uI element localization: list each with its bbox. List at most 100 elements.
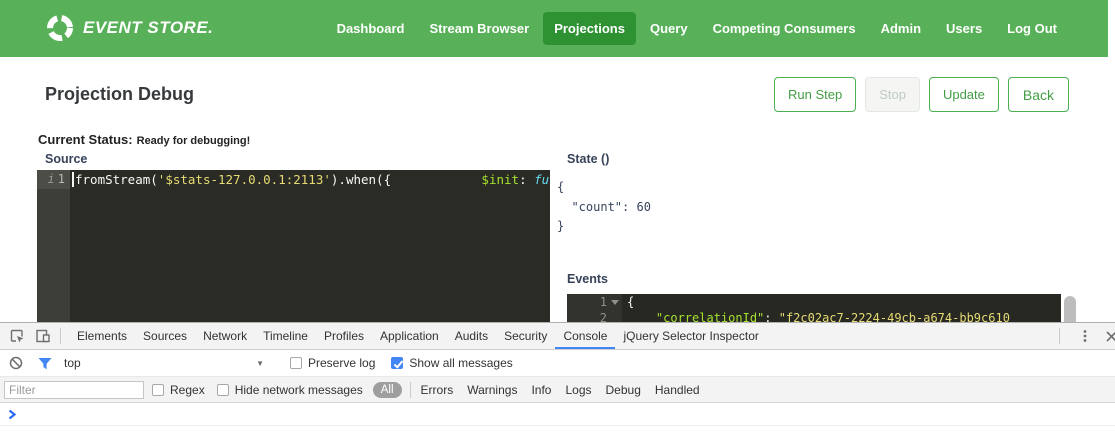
events-line-number: 1	[567, 294, 607, 310]
nav-item-log-out[interactable]: Log Out	[996, 12, 1068, 45]
checkbox-unchecked-icon	[290, 357, 302, 369]
action-buttons: Run Step Stop Update Back	[774, 77, 1069, 112]
code-fold-icon[interactable]	[611, 300, 619, 305]
execution-context-select[interactable]: top ▼	[64, 356, 264, 370]
source-code-line: fromStream('$stats-127.0.0.1:2113').when…	[75, 171, 549, 190]
hide-network-messages-label: Hide network messages	[235, 383, 363, 397]
nav-item-projections[interactable]: Projections	[543, 12, 636, 45]
preserve-log-label: Preserve log	[308, 356, 375, 370]
event-store-logo-icon	[45, 13, 75, 43]
level-filter-errors[interactable]: Errors	[421, 383, 454, 397]
event-store-logo-text: EVENT STORE.	[83, 18, 213, 38]
tab-security[interactable]: Security	[496, 323, 555, 349]
source-line-number: 1	[58, 172, 65, 186]
nav-item-users[interactable]: Users	[935, 12, 993, 45]
tab-audits[interactable]: Audits	[447, 323, 496, 349]
state-json: { "count": 60 }	[557, 178, 651, 237]
tab-application[interactable]: Application	[372, 323, 447, 349]
run-step-button[interactable]: Run Step	[774, 77, 856, 112]
tab-profiles[interactable]: Profiles	[316, 323, 372, 349]
hide-network-messages-checkbox[interactable]: Hide network messages	[217, 383, 363, 397]
events-code-editor[interactable]: 1 { 2 "correlationId": "f2c02ac7-2224-49…	[567, 294, 1061, 322]
separator	[60, 328, 61, 344]
state-section-label: State ()	[567, 152, 609, 166]
main-nav: Dashboard Stream Browser Projections Que…	[326, 0, 1068, 57]
source-section-label: Source	[45, 152, 87, 166]
tab-sources[interactable]: Sources	[135, 323, 195, 349]
device-toolbar-icon[interactable]	[34, 327, 52, 345]
console-prompt[interactable]	[0, 403, 1115, 426]
code-keyword: $init	[481, 172, 519, 187]
screen: EVENT STORE. Dashboard Stream Browser Pr…	[0, 0, 1115, 436]
stop-button[interactable]: Stop	[865, 77, 920, 112]
nav-item-admin[interactable]: Admin	[870, 12, 932, 45]
filter-funnel-icon[interactable]	[38, 357, 52, 370]
code-json-value: "f2c02ac7-2224-49cb-a674-bb9c610	[779, 311, 1010, 322]
regex-checkbox[interactable]: Regex	[152, 383, 205, 397]
checkbox-unchecked-icon	[217, 384, 229, 396]
preserve-log-checkbox[interactable]: Preserve log	[290, 356, 375, 370]
page-title: Projection Debug	[45, 84, 194, 105]
devtools-panel: Elements Sources Network Timeline Profil…	[0, 322, 1115, 436]
console-toolbar: top ▼ Preserve log Show all messages	[0, 350, 1115, 377]
console-messages-area	[0, 403, 1115, 436]
execution-context-value: top	[64, 356, 81, 370]
separator	[1059, 328, 1060, 344]
nav-item-competing-consumers[interactable]: Competing Consumers	[702, 12, 867, 45]
code-string: '$stats-127.0.0.1:2113'	[158, 172, 331, 187]
code-function-keyword: fu	[534, 172, 549, 187]
checkbox-unchecked-icon	[152, 384, 164, 396]
source-gutter-line-1: i1	[37, 170, 70, 189]
code-whitespace	[391, 172, 481, 187]
chevron-down-icon: ▼	[256, 359, 264, 368]
event-store-logo: EVENT STORE.	[45, 13, 213, 43]
filter-input[interactable]	[4, 381, 144, 399]
update-button[interactable]: Update	[929, 77, 999, 112]
tab-timeline[interactable]: Timeline	[255, 323, 316, 349]
current-status-label: Current Status:	[38, 132, 133, 147]
level-filter-info[interactable]: Info	[531, 383, 551, 397]
code-plain: :	[764, 311, 778, 322]
devtools-menu-icon[interactable]	[1076, 327, 1094, 345]
back-button[interactable]: Back	[1008, 77, 1069, 112]
code-plain: fromStream(	[75, 172, 158, 187]
regex-label: Regex	[170, 383, 205, 397]
events-section-label: Events	[567, 272, 608, 286]
tab-console[interactable]: Console	[555, 323, 615, 349]
level-filter-handled[interactable]: Handled	[655, 383, 700, 397]
events-code-line: {	[627, 294, 634, 310]
separator	[410, 382, 411, 398]
console-filter-bar: Regex Hide network messages All Errors W…	[0, 377, 1115, 403]
events-line-number: 2	[567, 310, 607, 322]
nav-item-dashboard[interactable]: Dashboard	[326, 12, 416, 45]
source-code-editor[interactable]: i1 fromStream('$stats-127.0.0.1:2113').w…	[37, 170, 550, 322]
tab-elements[interactable]: Elements	[69, 323, 135, 349]
clear-console-icon[interactable]	[9, 356, 23, 370]
state-json-line: "count": 60	[557, 198, 651, 218]
events-code-line: "correlationId": "f2c02ac7-2224-49cb-a67…	[627, 310, 1010, 322]
devtools-close-icon[interactable]	[1102, 327, 1115, 345]
show-all-messages-checkbox[interactable]: Show all messages	[391, 356, 512, 370]
tab-jquery-selector-inspector[interactable]: jQuery Selector Inspector	[615, 323, 766, 349]
level-filter-debug[interactable]: Debug	[606, 383, 641, 397]
level-filter-logs[interactable]: Logs	[565, 383, 591, 397]
code-json-key: "correlationId"	[656, 311, 764, 322]
text-cursor	[72, 172, 74, 187]
inspect-element-icon[interactable]	[8, 327, 26, 345]
app-header: EVENT STORE. Dashboard Stream Browser Pr…	[0, 0, 1108, 57]
level-filter-warnings[interactable]: Warnings	[467, 383, 517, 397]
nav-item-stream-browser[interactable]: Stream Browser	[418, 12, 540, 45]
checkbox-checked-icon	[391, 357, 403, 369]
state-json-line: {	[557, 178, 651, 198]
nav-item-query[interactable]: Query	[639, 12, 699, 45]
info-annotation-icon: i	[48, 172, 55, 186]
code-plain: :	[519, 172, 534, 187]
current-status: Current Status: Ready for debugging!	[38, 131, 250, 149]
level-filter-all[interactable]: All	[373, 382, 402, 398]
devtools-tab-bar: Elements Sources Network Timeline Profil…	[0, 323, 1115, 350]
current-status-value: Ready for debugging!	[137, 135, 251, 147]
tab-network[interactable]: Network	[195, 323, 255, 349]
console-prompt-chevron-icon	[8, 409, 17, 420]
code-whitespace	[627, 311, 656, 322]
show-all-messages-label: Show all messages	[409, 356, 512, 370]
